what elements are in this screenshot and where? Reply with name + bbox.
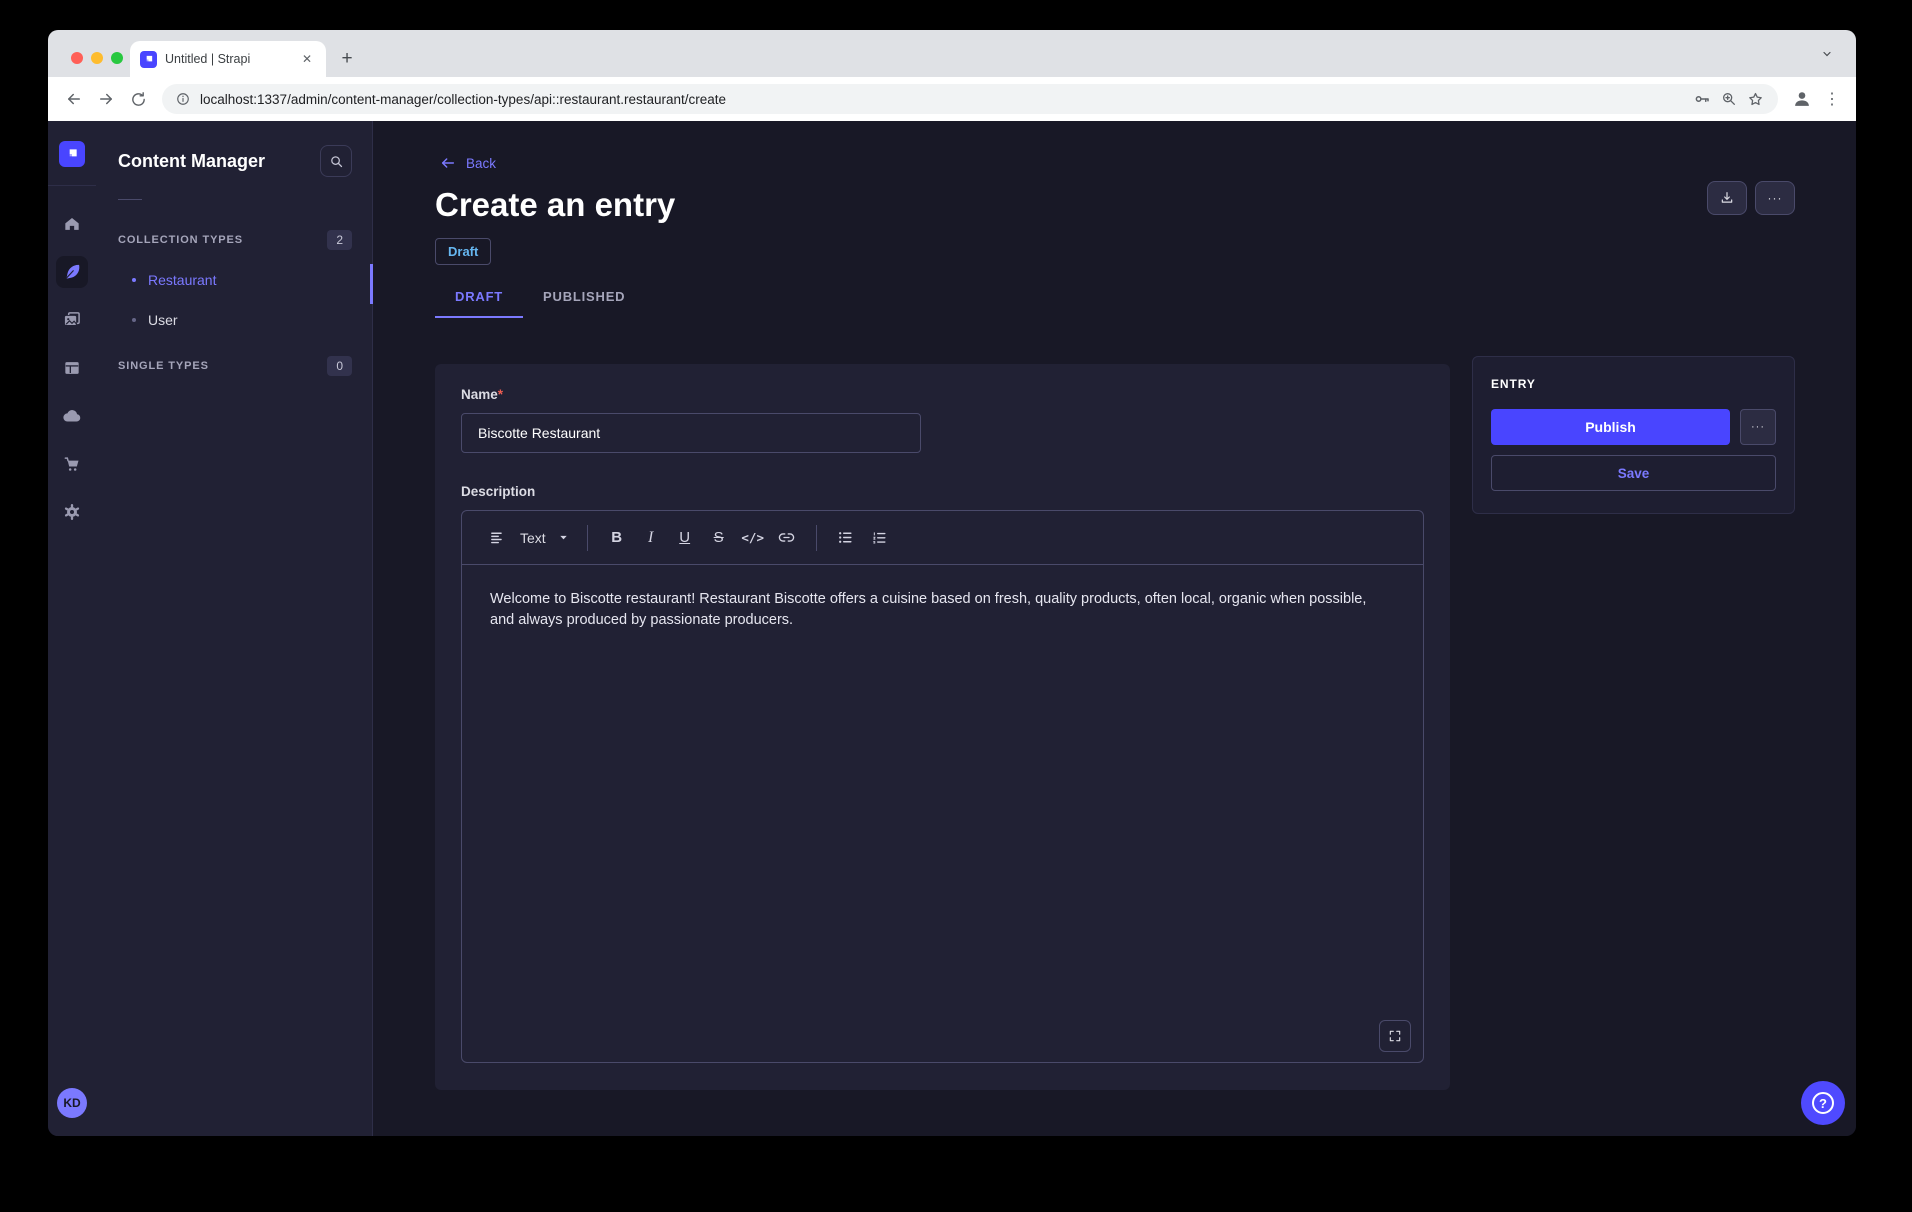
sidebar-title: Content Manager — [118, 151, 265, 172]
reload-icon[interactable] — [122, 83, 154, 115]
sidebar-item-restaurant[interactable]: Restaurant — [96, 260, 372, 300]
page-title: Create an entry — [435, 186, 1856, 224]
tab-published-label: PUBLISHED — [543, 289, 625, 304]
search-button[interactable] — [320, 145, 352, 177]
zoom-page-icon[interactable] — [1721, 91, 1737, 107]
new-tab-button[interactable]: + — [334, 46, 360, 72]
expand-icon — [1388, 1029, 1402, 1043]
settings-gear-icon[interactable] — [56, 496, 88, 528]
sidebar-item-label: User — [148, 312, 178, 328]
main-content: Back Create an entry Draft DRAFT PUBLISH… — [373, 121, 1856, 1136]
browser-menu-icon[interactable]: ⋮ — [1818, 83, 1846, 115]
collection-types-count-badge: 2 — [327, 230, 352, 250]
url-text[interactable]: localhost:1337/admin/content-manager/col… — [200, 92, 1683, 107]
desktop-background: Untitled | Strapi ✕ + local — [0, 0, 1912, 1212]
site-info-icon[interactable] — [176, 92, 190, 106]
browser-tab-strip: Untitled | Strapi ✕ + — [48, 30, 1856, 77]
name-field-label: Name* — [461, 387, 503, 402]
block-style-value: Text — [520, 530, 546, 546]
password-key-icon[interactable] — [1693, 90, 1711, 108]
help-button[interactable]: ? — [1801, 1081, 1845, 1125]
tab-draft-label: DRAFT — [455, 289, 503, 304]
content-type-builder-icon[interactable] — [56, 352, 88, 384]
code-button[interactable]: </> — [738, 523, 768, 553]
tab-close-icon[interactable]: ✕ — [298, 50, 316, 68]
publish-button[interactable]: Publish — [1491, 409, 1730, 445]
marketplace-cart-icon[interactable] — [56, 448, 88, 480]
single-types-count-badge: 0 — [327, 356, 352, 376]
content-row: Name* Description Text — [435, 364, 1856, 1090]
collection-types-label: COLLECTION TYPES — [118, 234, 243, 246]
link-icon[interactable] — [772, 523, 802, 553]
back-arrow-icon — [440, 155, 456, 171]
editor-toolbar: Text B I U S </> — [462, 511, 1423, 565]
strapi-logo[interactable] — [59, 141, 85, 167]
toolbar-separator — [587, 525, 588, 551]
single-types-label: SINGLE TYPES — [118, 360, 209, 372]
italic-button[interactable]: I — [636, 523, 666, 553]
user-avatar[interactable]: KD — [57, 1088, 87, 1118]
bullet-icon — [132, 278, 136, 282]
bookmark-star-icon[interactable] — [1747, 91, 1764, 108]
back-nav-icon[interactable] — [58, 83, 90, 115]
sidebar-divider — [118, 199, 142, 200]
media-library-icon[interactable] — [56, 304, 88, 336]
tab-draft[interactable]: DRAFT — [435, 279, 523, 318]
underline-button[interactable]: U — [670, 523, 700, 553]
rich-text-editor: Text B I U S </> — [461, 510, 1424, 1063]
profile-avatar-icon[interactable] — [1786, 83, 1818, 115]
chevron-down-icon — [558, 532, 569, 543]
window-controls — [71, 52, 123, 64]
save-button[interactable]: Save — [1491, 455, 1776, 491]
bold-button[interactable]: B — [602, 523, 632, 553]
required-asterisk: * — [498, 387, 503, 402]
sidebar-item-user[interactable]: User — [96, 300, 372, 340]
content-manager-icon[interactable] — [56, 256, 88, 288]
bullet-list-icon[interactable] — [831, 523, 861, 553]
description-field-label: Description — [461, 484, 535, 499]
sidebar-item-label: Restaurant — [148, 272, 216, 288]
browser-tab[interactable]: Untitled | Strapi ✕ — [130, 41, 326, 77]
rail-divider — [48, 185, 96, 186]
tab-published[interactable]: PUBLISHED — [523, 279, 645, 318]
cloud-icon[interactable] — [56, 400, 88, 432]
entry-more-button[interactable]: ··· — [1740, 409, 1776, 445]
export-download-button[interactable] — [1707, 181, 1747, 215]
download-icon — [1719, 190, 1735, 206]
question-mark-icon: ? — [1812, 1092, 1834, 1114]
browser-window: Untitled | Strapi ✕ + local — [48, 30, 1856, 1136]
editor-content[interactable]: Welcome to Biscotte restaurant! Restaura… — [462, 565, 1422, 1062]
entry-panel-title: ENTRY — [1491, 377, 1776, 391]
back-label: Back — [466, 156, 496, 171]
header-actions: ··· — [1707, 181, 1795, 215]
home-icon[interactable] — [56, 208, 88, 240]
maximize-window-button[interactable] — [111, 52, 123, 64]
browser-toolbar: localhost:1337/admin/content-manager/col… — [48, 77, 1856, 121]
entry-form-card: Name* Description Text — [435, 364, 1450, 1090]
main-nav-rail: KD — [48, 121, 96, 1136]
paragraph-align-icon[interactable] — [482, 523, 512, 553]
minimize-window-button[interactable] — [91, 52, 103, 64]
back-link[interactable]: Back — [440, 155, 496, 171]
expand-editor-button[interactable] — [1379, 1020, 1411, 1052]
tab-title: Untitled | Strapi — [165, 52, 290, 66]
address-bar[interactable]: localhost:1337/admin/content-manager/col… — [162, 84, 1778, 114]
block-style-dropdown[interactable]: Text — [514, 523, 575, 553]
name-input[interactable] — [461, 413, 921, 453]
strapi-app: KD Content Manager COLLECTION TYPES 2 — [48, 121, 1856, 1136]
toolbar-separator — [816, 525, 817, 551]
entry-panel: ENTRY Publish ··· Save — [1472, 356, 1795, 514]
forward-nav-icon[interactable] — [90, 83, 122, 115]
strikethrough-button[interactable]: S — [704, 523, 734, 553]
numbered-list-icon[interactable] — [865, 523, 895, 553]
content-manager-sidebar: Content Manager COLLECTION TYPES 2 Resta… — [96, 121, 373, 1136]
tab-list-chevron-icon[interactable] — [1814, 41, 1840, 67]
version-tabs: DRAFT PUBLISHED — [435, 279, 1856, 318]
status-badge: Draft — [435, 238, 491, 265]
active-tab-underline — [435, 316, 523, 318]
close-window-button[interactable] — [71, 52, 83, 64]
strapi-favicon-icon — [140, 51, 157, 68]
more-options-button[interactable]: ··· — [1755, 181, 1795, 215]
bullet-icon — [132, 318, 136, 322]
